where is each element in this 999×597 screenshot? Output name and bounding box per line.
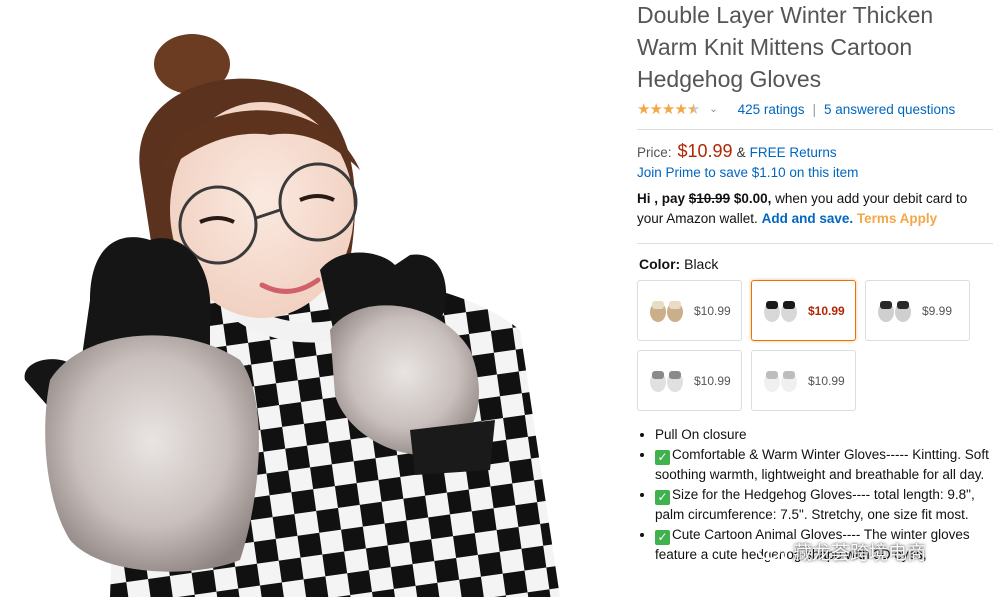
color-swatch-4[interactable]: $10.99 (637, 350, 742, 411)
color-swatch-3[interactable]: $9.99 (865, 280, 970, 341)
swatch-price: $10.99 (694, 303, 731, 318)
price-row: Price: $10.99 & FREE Returns (637, 141, 993, 162)
promo-old-price: $10.99 (688, 191, 731, 206)
star-icon: ★ (637, 100, 650, 118)
price-value: $10.99 (677, 141, 733, 161)
glove-thumbnail-icon (650, 370, 683, 392)
color-value: Black (684, 256, 719, 272)
swatch-price: $10.99 (694, 373, 731, 388)
divider (637, 243, 993, 244)
swatch-price: $10.99 (808, 303, 845, 318)
answered-questions-link[interactable]: 5 answered questions (824, 102, 955, 117)
product-main-image[interactable] (0, 0, 620, 597)
glove-thumbnail-icon (878, 300, 911, 322)
checkmark-icon: ✓ (655, 450, 670, 465)
star-icon: ★ (661, 100, 675, 118)
color-label: Color: (639, 256, 681, 272)
feature-bullet: ✓Comfortable & Warm Winter Gloves----- K… (655, 445, 993, 485)
wechat-icon (757, 539, 787, 563)
feature-text: Comfortable & Warm Winter Gloves----- Ki… (655, 447, 989, 482)
glove-thumbnail-icon (764, 370, 797, 392)
swatch-price: $9.99 (922, 303, 953, 318)
glove-thumbnail-icon (650, 300, 683, 322)
add-and-save-link[interactable]: Add and save. (762, 211, 854, 226)
divider (637, 129, 993, 130)
star-icon: ★ (649, 100, 662, 118)
star-icon: ★ (686, 100, 700, 118)
color-selector-label: Color: Black (637, 256, 993, 272)
terms-apply-link[interactable]: Terms Apply (857, 211, 937, 226)
chevron-down-icon[interactable]: ⌄ (709, 104, 717, 115)
swatch-price: $10.99 (808, 373, 845, 388)
ratings-count-link[interactable]: 425 ratings (738, 102, 805, 117)
watermark: 藏龙荟跨境电商 (757, 538, 926, 565)
rating-row: ★ ★ ★ ★ ★ ⌄ 425 ratings | 5 answered que… (637, 99, 993, 119)
promo-greeting: Hi , pay (637, 191, 686, 206)
prime-savings-link[interactable]: Join Prime to save $1.10 on this item (637, 165, 993, 180)
star-icon: ★ (674, 100, 687, 118)
promo-new-price: $0.00, (733, 191, 772, 206)
watermark-text: 藏龙荟跨境电商 (793, 543, 927, 564)
feature-text: Pull On closure (655, 427, 747, 442)
checkmark-icon: ✓ (655, 530, 670, 545)
color-swatch-2[interactable]: $10.99 (751, 280, 856, 341)
feature-bullet: ✓Size for the Hedgehog Gloves---- total … (655, 485, 993, 525)
product-detail-panel: Double Layer Winter Thicken Warm Knit Mi… (637, 0, 993, 597)
star-rating[interactable]: ★ ★ ★ ★ ★ (637, 100, 700, 118)
feature-text: Size for the Hedgehog Gloves---- total l… (655, 487, 975, 522)
price-label: Price: (637, 145, 672, 160)
color-swatches: $10.99 $10.99 $9.99 $10.99 $10.99 (637, 280, 993, 411)
separator: | (812, 101, 816, 117)
debit-card-promo: Hi , pay $10.99 $0.00, when you add your… (637, 189, 993, 229)
product-title: Double Layer Winter Thicken Warm Knit Mi… (637, 2, 934, 92)
free-returns-link[interactable]: FREE Returns (750, 145, 837, 160)
checkmark-icon: ✓ (655, 490, 670, 505)
feature-bullet: Pull On closure (655, 425, 993, 445)
color-swatch-1[interactable]: $10.99 (637, 280, 742, 341)
price-ampersand: & (736, 145, 746, 160)
color-swatch-5[interactable]: $10.99 (751, 350, 856, 411)
glove-thumbnail-icon (764, 300, 797, 322)
